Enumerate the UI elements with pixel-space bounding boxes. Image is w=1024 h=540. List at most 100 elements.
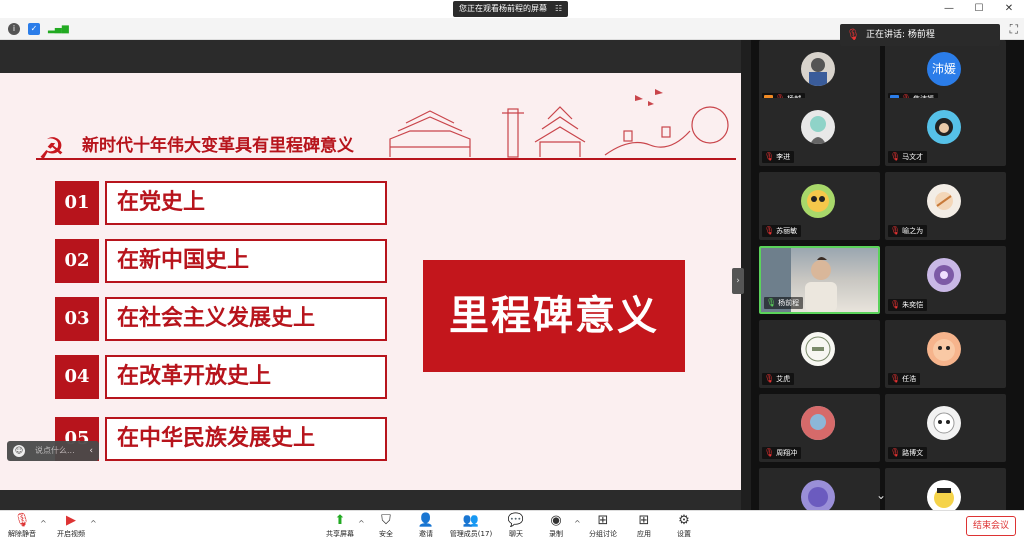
settings-button[interactable]: ⚙ 设置	[670, 513, 698, 540]
item-label: 在党史上	[105, 181, 387, 225]
invite-label: 邀请	[419, 530, 433, 538]
add-user-icon: 👤	[417, 513, 435, 528]
security-button[interactable]: ⛉ 安全	[372, 513, 400, 540]
party-emblem-icon: ☭	[38, 132, 65, 167]
participant-tile[interactable]: 🎙 苏丽敏	[759, 172, 880, 240]
participant-gallery: 🎙 杨越 沛媛 🎙 焦沛媛 🎙 李进	[751, 40, 1024, 510]
participant-nametag: 🎙 任浩	[888, 373, 921, 385]
invite-button[interactable]: 👤 邀请	[412, 513, 440, 540]
apps-button[interactable]: ⊞ 应用	[630, 513, 658, 540]
participant-tile[interactable]: 🎙 路博文	[885, 394, 1006, 462]
start-video-button[interactable]: ▶ 开启视频	[54, 513, 88, 540]
chat-button[interactable]: 💬 聊天	[502, 513, 530, 540]
gear-icon: ⚙	[678, 513, 690, 528]
participant-nametag: 🎙 周翔冲	[762, 447, 802, 459]
shield-icon: ⛉	[381, 513, 391, 528]
emoji-icon[interactable]: ☺	[13, 445, 25, 457]
manage-participants-button[interactable]: 👥 管理成员(17)	[448, 513, 494, 540]
item-label: 在新中国史上	[105, 239, 387, 283]
avatar	[801, 332, 835, 366]
mic-muted-icon: 🎙	[764, 152, 775, 161]
avatar	[927, 332, 961, 366]
participant-tile[interactable]	[759, 468, 880, 510]
chevron-left-icon[interactable]: ‹	[89, 441, 93, 461]
chat-input[interactable]: ☺ 说点什么... ‹	[7, 441, 99, 461]
avatar	[801, 184, 835, 218]
participant-nametag: 🎙 喻之为	[888, 225, 928, 237]
avatar	[927, 480, 961, 510]
signal-icon[interactable]: ▂▄▆	[48, 23, 69, 35]
minimize-button[interactable]: —	[934, 0, 964, 18]
participant-name: 朱奕恺	[902, 301, 924, 309]
scroll-down-icon[interactable]: ⌄	[876, 488, 886, 502]
mic-muted-icon: 🎙	[890, 448, 901, 457]
mic-muted-icon: 🎙	[890, 300, 901, 309]
share-screen-button[interactable]: ⬆ 共享屏幕	[322, 513, 358, 540]
video-off-icon: ▶	[66, 513, 76, 528]
participant-nametag: 🎙 路博文	[888, 447, 928, 459]
participant-name: 喻之为	[902, 227, 924, 235]
avatar	[927, 110, 961, 144]
settings-label: 设置	[677, 530, 691, 538]
viewing-share-label: 您正在观看杨前程的屏幕	[459, 4, 547, 13]
item-number: 04	[55, 355, 99, 399]
participant-tile[interactable]: 🎙 李进	[759, 98, 880, 166]
item-label: 在中华民族发展史上	[105, 417, 387, 461]
participant-tile[interactable]: 🎙 朱奕恺	[885, 246, 1006, 314]
apps-icon: ⊞	[638, 513, 650, 528]
participant-tile-active[interactable]: 🎙 杨前程	[759, 246, 880, 314]
breakout-rooms-icon: ⊞	[597, 513, 609, 528]
end-meeting-button[interactable]: 结束会议	[966, 516, 1016, 536]
mic-muted-icon: 🎙	[13, 513, 31, 528]
participant-nametag: 🎙 马文才	[888, 151, 928, 163]
security-label: 安全	[379, 530, 393, 538]
mic-muted-icon: 🎙	[890, 152, 901, 161]
close-button[interactable]: ✕	[994, 0, 1024, 18]
record-label: 录制	[549, 530, 563, 538]
participant-nametag: 🎙 李进	[762, 151, 795, 163]
fullscreen-icon[interactable]: ⛶	[1010, 22, 1018, 37]
item-number: 03	[55, 297, 99, 341]
active-speaker-tag: 🎙 正在讲话: 杨前程	[840, 24, 1000, 46]
slide-title: 新时代十年伟大变革具有里程碑意义	[82, 136, 354, 156]
participant-nametag: 🎙 苏丽敏	[762, 225, 802, 237]
info-icon[interactable]: i	[8, 23, 20, 35]
participant-tile[interactable]: 🎙 周翔冲	[759, 394, 880, 462]
participant-nametag: 🎙 艾虎	[762, 373, 795, 385]
collapse-gallery-button[interactable]: ›	[732, 268, 744, 294]
unmute-button[interactable]: 🎙 解除静音	[6, 513, 38, 540]
mic-active-icon: 🎙	[766, 298, 777, 307]
avatar	[801, 406, 835, 440]
maximize-button[interactable]: ☐	[964, 0, 994, 18]
video-options-chevron-icon[interactable]: ^	[90, 519, 97, 528]
meeting-toolbar: 🎙 解除静音 ^ ▶ 开启视频 ^ ⬆ 共享屏幕 ^ ⛉ 安全 👤 邀请 👥 管…	[0, 510, 1024, 540]
item-number: 01	[55, 181, 99, 225]
share-screen-label: 共享屏幕	[326, 530, 354, 538]
share-options-icon[interactable]: ☷	[555, 1, 562, 17]
shield-icon[interactable]: ✓	[28, 23, 40, 35]
audio-options-chevron-icon[interactable]: ^	[40, 519, 47, 528]
participant-tile[interactable]: 🎙 艾虎	[759, 320, 880, 388]
mic-muted-icon: 🎙	[764, 226, 775, 235]
item-label: 在社会主义发展史上	[105, 297, 387, 341]
participant-tile[interactable]: 🎙 任浩	[885, 320, 1006, 388]
landmarks-illustration	[389, 89, 729, 158]
item-label: 在改革开放史上	[105, 355, 387, 399]
unmute-label: 解除静音	[8, 530, 36, 538]
participant-tile[interactable]: 🎙 马文才	[885, 98, 1006, 166]
participant-tile[interactable]: 🎙 喻之为	[885, 172, 1006, 240]
participant-name: 苏丽敏	[776, 227, 798, 235]
avatar	[927, 406, 961, 440]
active-speaker-label: 正在讲话: 杨前程	[866, 30, 935, 40]
viewing-share-tag[interactable]: 您正在观看杨前程的屏幕 ☷	[453, 1, 569, 17]
share-options-chevron-icon[interactable]: ^	[358, 519, 365, 528]
record-options-chevron-icon[interactable]: ^	[574, 519, 581, 528]
participant-name: 周翔冲	[776, 449, 798, 457]
speaker-mic-icon: 🎙	[846, 28, 860, 41]
participant-tile[interactable]	[885, 468, 1006, 510]
mic-muted-icon: 🎙	[764, 448, 775, 457]
breakout-rooms-button[interactable]: ⊞ 分组讨论	[586, 513, 620, 540]
meeting-window: 您正在观看杨前程的屏幕 ☷ — ☐ ✕ i ✓ ▂▄▆ ⛶ 🎙 正在讲话: 杨前…	[0, 0, 1024, 540]
participant-nametag: 🎙 朱奕恺	[888, 299, 928, 311]
record-button[interactable]: ◉ 录制	[542, 513, 570, 540]
